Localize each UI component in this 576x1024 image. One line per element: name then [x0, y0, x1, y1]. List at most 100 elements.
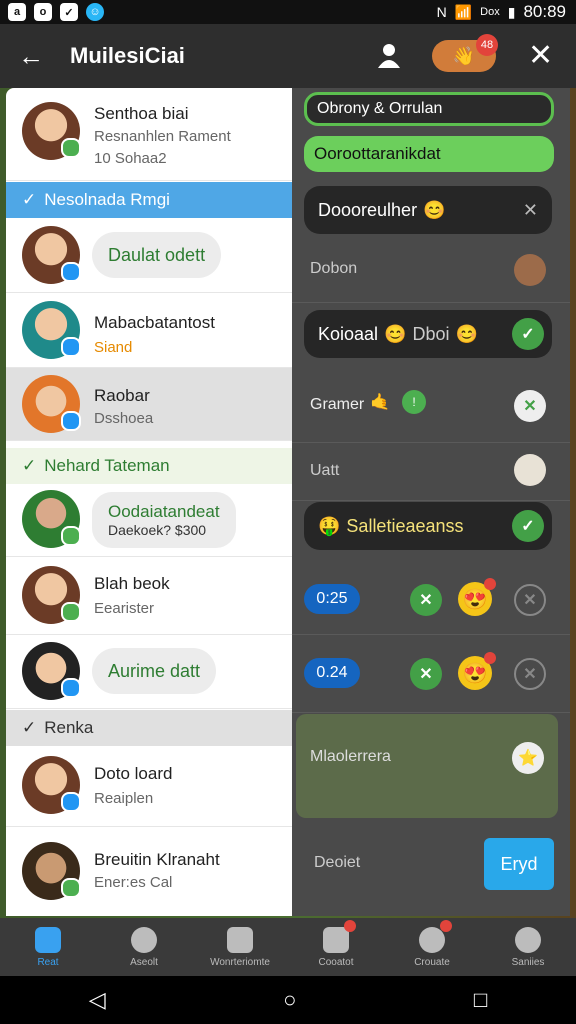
- list-item[interactable]: Oodaiatandeat Daekoek? $300: [6, 484, 292, 557]
- detail-row[interactable]: Dobon: [292, 238, 570, 303]
- chat-list-panel: Senthoa biai Resnanhlen Rament 10 Sohaa2…: [6, 88, 292, 916]
- back-arrow-icon[interactable]: ←: [18, 41, 46, 72]
- card-text: Koioaal: [318, 323, 379, 344]
- detail-row[interactable]: 0:25 ✕ 😍 ✕: [292, 564, 570, 635]
- status-time: 80:89: [523, 2, 566, 21]
- card-text: Salletieaeanss: [346, 515, 464, 536]
- back-triangle-icon[interactable]: ◁: [89, 987, 106, 1013]
- app-icon-4: ☺: [86, 3, 104, 21]
- message-card[interactable]: 🤑 Salletieaeanss ✓: [304, 502, 552, 550]
- row-label: Uatt: [310, 462, 340, 479]
- note-card[interactable]: Mlaolerrera ⭐: [296, 714, 558, 818]
- avatar: [22, 490, 81, 548]
- avatar: [22, 301, 81, 359]
- compose-placeholder[interactable]: Deoiet: [314, 854, 360, 872]
- check-icon: ✓: [22, 456, 37, 475]
- wave-badge-button[interactable]: 👋 48: [432, 34, 498, 72]
- home-circle-icon[interactable]: ○: [283, 987, 296, 1013]
- section-header: ✓ Nesolnada Rmgi: [6, 182, 292, 218]
- carrier-label: Dox: [480, 6, 500, 18]
- briefcase-icon: [227, 926, 253, 953]
- nav-about[interactable]: Aseolt: [96, 918, 192, 976]
- avatar: [22, 102, 81, 160]
- person-icon[interactable]: [376, 42, 402, 68]
- list-item[interactable]: Mabacbatantost Siand: [6, 293, 292, 368]
- list-item[interactable]: Senthoa biai Resnanhlen Rament 10 Sohaa2: [6, 88, 292, 181]
- status-dot: !: [402, 390, 426, 414]
- close-icon[interactable]: ✕: [528, 38, 553, 73]
- reject-button[interactable]: ✕: [410, 658, 442, 690]
- search-input[interactable]: Obrony & Orrulan: [304, 92, 554, 126]
- contact-sub: Eearister: [94, 600, 155, 617]
- message-card[interactable]: Koioaal 😊 Dboi 😊 ✓: [304, 310, 552, 358]
- list-item[interactable]: Blah beok Eearister: [6, 558, 292, 635]
- nav-create[interactable]: Crouate: [384, 918, 480, 976]
- message-bubble[interactable]: Aurime datt: [92, 648, 217, 694]
- contact-sub: Reaiplen: [94, 790, 154, 807]
- nav-home[interactable]: Reat: [0, 918, 96, 976]
- list-item[interactable]: Doto loard Reaiplen: [6, 746, 292, 827]
- message-bubble[interactable]: Daulat odett: [92, 232, 222, 278]
- nav-monitor[interactable]: Wonrteriomte: [192, 918, 288, 976]
- dismiss-button[interactable]: ✕: [514, 584, 546, 616]
- wave-hand-icon: 👋: [452, 45, 476, 66]
- avatar: [22, 642, 81, 700]
- check-button[interactable]: ✓: [512, 318, 544, 350]
- detail-row[interactable]: Uatt: [292, 444, 570, 501]
- card-text: Dboi: [412, 323, 450, 344]
- close-icon[interactable]: ✕: [523, 200, 538, 221]
- notification-dot: [343, 920, 356, 932]
- check-icon: ✓: [22, 190, 37, 209]
- status-dot: [61, 878, 81, 898]
- detail-row[interactable]: Gramer 🤙 ! ✕: [292, 370, 570, 443]
- contact-name: Doto loard: [94, 764, 173, 783]
- card-text: Mlaolerrera: [310, 748, 391, 765]
- dismiss-button[interactable]: ✕: [514, 658, 546, 690]
- nav-label: Wonrteriomte: [210, 956, 270, 968]
- send-button[interactable]: Eryd: [484, 838, 554, 890]
- hand-icon: 🤙: [370, 394, 390, 411]
- star-icon[interactable]: ⭐: [512, 742, 544, 774]
- section-label: Nehard Tateman: [44, 456, 170, 475]
- detail-panel: Obrony & Orrulan Ooroottaranikdat Dooore…: [292, 88, 570, 916]
- list-item[interactable]: Raobar Dsshoea: [6, 368, 292, 441]
- time-badge: 0:25: [304, 584, 360, 614]
- row-label: Gramer: [310, 396, 365, 413]
- emoji-icon: 😍: [458, 652, 496, 690]
- card-text: Doooreulher: [318, 199, 418, 220]
- contact-name: Breuitin Klranaht: [94, 850, 220, 869]
- nav-label: Saniies: [511, 956, 545, 968]
- smile-icon: 😊: [423, 199, 446, 220]
- highlight-pill[interactable]: Ooroottaranikdat: [304, 136, 554, 172]
- time-badge: 0.24: [304, 658, 360, 688]
- nav-label: Aseolt: [130, 956, 158, 968]
- app-icon-3: ✓: [60, 3, 78, 21]
- wifi-icon: 📶: [454, 3, 473, 20]
- reject-button[interactable]: ✕: [410, 584, 442, 616]
- list-item[interactable]: Aurime datt: [6, 636, 292, 709]
- status-dot: [61, 138, 81, 158]
- check-circle-icon: [131, 926, 157, 953]
- check-button[interactable]: ✓: [512, 510, 544, 542]
- avatar: [22, 375, 81, 433]
- status-dot: [61, 678, 81, 698]
- message-card[interactable]: Doooreulher 😊 ✕: [304, 186, 552, 234]
- contact-sub: Dsshoea: [94, 410, 154, 427]
- system-nav-bar: ◁ ○ □: [0, 976, 576, 1024]
- battery-icon: ▮: [507, 3, 516, 20]
- check-button[interactable]: ✕: [514, 390, 546, 422]
- bottom-nav: Reat Aseolt Wonrteriomte Cooatot Crouate…: [0, 918, 576, 976]
- section-label: Renka: [44, 718, 94, 737]
- recents-square-icon[interactable]: □: [474, 987, 487, 1013]
- detail-row[interactable]: 0.24 ✕ 😍 ✕: [292, 636, 570, 713]
- contact-sub: Siand: [94, 339, 133, 356]
- list-item[interactable]: Breuitin Klranaht Ener:es Cal: [6, 828, 292, 916]
- message-bubble[interactable]: Oodaiatandeat Daekoek? $300: [92, 492, 236, 548]
- status-dot: [61, 526, 81, 546]
- row-label: Dobon: [310, 260, 358, 277]
- contact-name: Raobar: [94, 386, 150, 405]
- nav-contact[interactable]: Cooatot: [288, 918, 384, 976]
- nav-settings[interactable]: Saniies: [480, 918, 576, 976]
- profile-icon: [515, 926, 541, 953]
- list-item[interactable]: Daulat odett: [6, 218, 292, 293]
